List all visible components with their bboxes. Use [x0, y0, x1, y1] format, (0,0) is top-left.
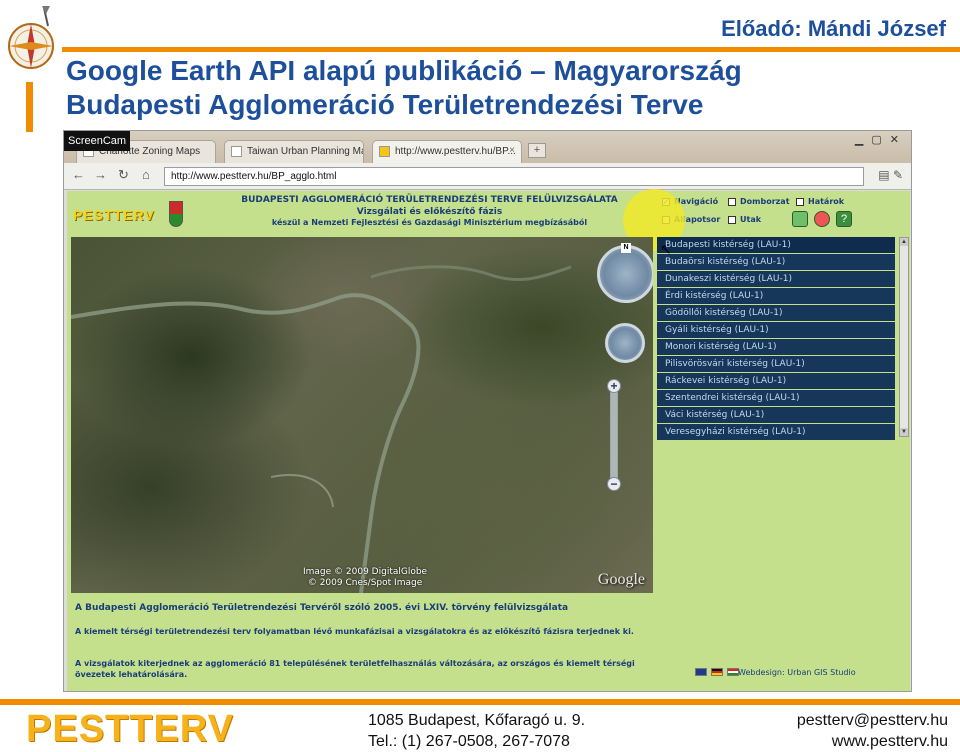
north-indicator: N [621, 243, 631, 253]
webdesign-credit[interactable]: Webdesign: Urban GIS Studio [738, 668, 856, 677]
presentation-slide: Előadó: Mándi József Google Earth API al… [0, 0, 960, 752]
slide-title-line-2: Budapesti Agglomeráció Területrendezési … [66, 89, 704, 120]
checkbox-empty-icon [728, 197, 736, 206]
page-heading-sponsor: készül a Nemzeti Fejlesztési és Gazdaság… [271, 218, 588, 227]
mouse-cursor-icon: ↖ [660, 241, 672, 257]
close-window-icon[interactable]: ✕ [890, 134, 907, 146]
flag-uk-icon[interactable] [695, 668, 707, 676]
checkbox-domborzat[interactable]: Domborzat [728, 197, 790, 206]
region-item[interactable]: Szentendrei kistérség (LAU-1) [657, 390, 895, 407]
web-page: PESTTERV BUDAPESTI AGGLOMERÁCIÓ TERÜLETR… [67, 189, 910, 691]
pan-control-icon[interactable] [605, 323, 645, 363]
checkbox-empty-icon [728, 215, 736, 224]
help-icon[interactable]: ? [836, 211, 852, 227]
region-item[interactable]: Ráckevei kistérség (LAU-1) [657, 373, 895, 390]
home-icon[interactable]: ⌂ [142, 167, 150, 182]
checkbox-label: Határok [808, 197, 845, 206]
footer-online: pestterv@pestterv.hu www.pestterv.hu [797, 710, 948, 752]
scroll-down-icon[interactable]: ▼ [900, 428, 908, 436]
footer-phone: Tel.: (1) 267-0508, 267-7078 [368, 733, 570, 750]
tab-taiwan-urban-planning[interactable]: Taiwan Urban Planning Ma... [224, 140, 364, 163]
globe-tool-icon[interactable] [792, 211, 808, 227]
pestterv-favicon-icon [379, 146, 390, 157]
region-item[interactable]: Érdi kistérség (LAU-1) [657, 288, 895, 305]
page-heading-title: BUDAPESTI AGGLOMERÁCIÓ TERÜLETRENDEZÉSI … [241, 195, 618, 205]
reload-icon[interactable]: ↻ [118, 167, 129, 183]
zoom-slider[interactable] [610, 387, 618, 487]
region-item[interactable]: Gyáli kistérség (LAU-1) [657, 322, 895, 339]
checkbox-empty-icon [796, 197, 804, 206]
no-entry-tool-icon[interactable] [814, 211, 830, 227]
page-heading: BUDAPESTI AGGLOMERÁCIÓ TERÜLETRENDEZÉSI … [202, 195, 657, 227]
maximize-icon[interactable]: ▢ [871, 134, 889, 146]
tab-label: http://www.pestterv.hu/BP... [395, 146, 516, 157]
screencam-badge: ScreenCam [64, 131, 130, 151]
footer-website: www.pestterv.hu [831, 733, 948, 750]
region-item[interactable]: Pilisvörösvári kistérség (LAU-1) [657, 356, 895, 373]
info-text-block: A Budapesti Agglomeráció Területrendezés… [75, 603, 635, 680]
coat-of-arms-icon [169, 201, 183, 227]
region-item[interactable]: Budapesti kistérség (LAU-1) [657, 237, 895, 254]
google-logo: Google [597, 571, 645, 588]
slide-title-line-1: Google Earth API alapú publikáció – Magy… [66, 55, 742, 86]
footer-address: 1085 Budapest, Kőfaragó u. 9. [368, 712, 586, 729]
look-around-ring-icon[interactable] [597, 245, 653, 303]
footer-email: pestterv@pestterv.hu [796, 712, 948, 729]
imagery-credit-line-2: © 2009 Cnes/Spot Image [307, 578, 423, 588]
footer-contact: 1085 Budapest, Kőfaragó u. 9. Tel.: (1) … [368, 710, 585, 752]
region-list-scrollbar[interactable]: ▲ ▼ [899, 237, 909, 437]
footer-rule [0, 699, 960, 705]
region-item[interactable]: Váci kistérség (LAU-1) [657, 407, 895, 424]
minimize-icon[interactable]: ▁ [855, 134, 871, 146]
imagery-credit-line-1: Image © 2009 DigitalGlobe [303, 567, 428, 577]
imagery-credit: Image © 2009 DigitalGlobe © 2009 Cnes/Sp… [303, 567, 427, 589]
region-item[interactable]: Budaörsi kistérség (LAU-1) [657, 254, 895, 271]
window-controls: ▁▢✕ [855, 133, 907, 146]
region-list: Budapesti kistérség (LAU-1) Budaörsi kis… [657, 237, 895, 441]
address-bar[interactable]: http://www.pestterv.hu/BP_agglo.html [164, 167, 864, 186]
zoom-out-button[interactable]: − [607, 477, 621, 491]
pestterv-page-logo[interactable]: PESTTERV [73, 207, 155, 223]
compass-logo-icon [8, 6, 54, 69]
info-paragraph-1: A kiemelt térségi területrendezési terv … [75, 627, 634, 636]
forward-icon[interactable]: → [94, 167, 107, 182]
slide-title: Google Earth API alapú publikáció – Magy… [66, 54, 742, 122]
tab-bar: Charlotte Zoning Maps Taiwan Urban Plann… [64, 131, 911, 163]
browser-window: Charlotte Zoning Maps Taiwan Urban Plann… [63, 130, 912, 692]
danube-river-shape [71, 265, 572, 593]
google-earth-map[interactable]: N + − Image © 2009 DigitalGlobe © 2009 C… [71, 237, 653, 593]
tab-label: Taiwan Urban Planning Ma... [247, 146, 364, 157]
checkbox-utak[interactable]: Utak [728, 215, 761, 224]
title-accent-bar [26, 82, 33, 132]
info-paragraph-2: A vizsgálatok kiterjednek az agglomeráci… [75, 659, 635, 679]
checkbox-hatarok[interactable]: Határok [796, 197, 844, 206]
tab-pestterv-active[interactable]: http://www.pestterv.hu/BP... × [372, 140, 522, 163]
flag-de-icon[interactable] [711, 668, 723, 676]
presenter-name: Előadó: Mándi József [721, 16, 946, 41]
scroll-up-icon[interactable]: ▲ [900, 238, 908, 246]
checkbox-label: Utak [740, 215, 762, 224]
header-rule [62, 47, 960, 52]
browser-toolbar: ← → ↻ ⌂ http://www.pestterv.hu/BP_agglo.… [64, 163, 911, 190]
page-favicon-icon [231, 146, 242, 157]
page-heading-phase: Vizsgálati és előkészítő fázis [356, 207, 503, 217]
new-tab-button[interactable]: + [528, 143, 546, 158]
pestterv-footer-logo: PESTTERV [26, 708, 234, 750]
region-item[interactable]: Monori kistérség (LAU-1) [657, 339, 895, 356]
back-icon[interactable]: ← [72, 167, 85, 182]
checkbox-label: Domborzat [740, 197, 790, 206]
tab-close-icon[interactable]: × [509, 145, 515, 156]
region-item[interactable]: Veresegyházi kistérség (LAU-1) [657, 424, 895, 441]
region-item[interactable]: Gödöllői kistérség (LAU-1) [657, 305, 895, 322]
region-item[interactable]: Dunakeszi kistérség (LAU-1) [657, 271, 895, 288]
zoom-in-button[interactable]: + [607, 379, 621, 393]
page-tools-icon[interactable]: ▤ ✎ [878, 168, 903, 182]
info-title: A Budapesti Agglomeráció Területrendezés… [75, 603, 569, 613]
